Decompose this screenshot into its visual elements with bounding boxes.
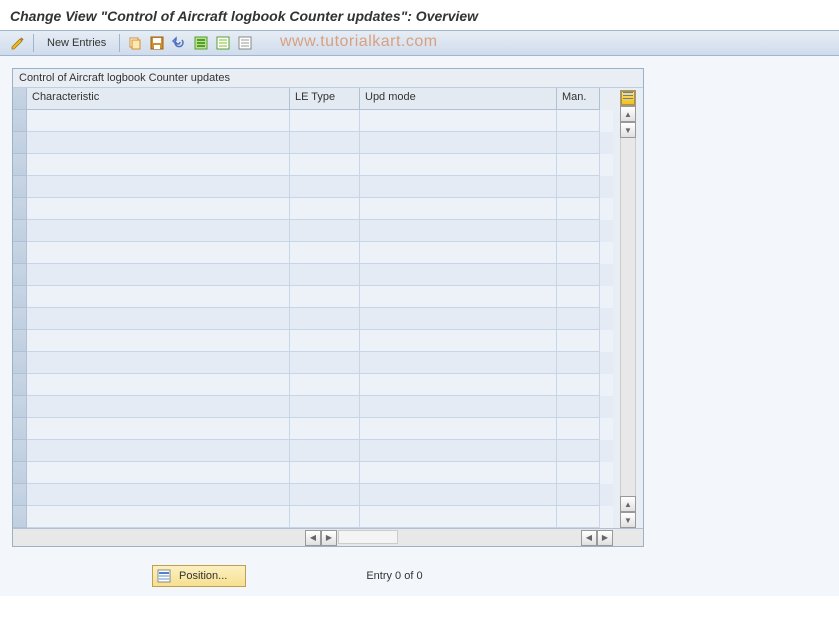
row-selector-header[interactable] xyxy=(13,88,27,110)
page-title: Change View "Control of Aircraft logbook… xyxy=(0,0,839,30)
table-row[interactable] xyxy=(27,462,613,484)
deselect-all-icon[interactable] xyxy=(235,33,255,53)
pencil-glasses-icon[interactable] xyxy=(8,33,28,53)
table-row[interactable] xyxy=(27,418,613,440)
table-row[interactable] xyxy=(27,484,613,506)
row-selector[interactable] xyxy=(13,264,27,286)
toolbar-divider xyxy=(119,34,120,52)
table-row[interactable] xyxy=(27,264,613,286)
row-selector[interactable] xyxy=(13,396,27,418)
entry-count-text: Entry 0 of 0 xyxy=(366,570,422,582)
save-icon[interactable] xyxy=(147,33,167,53)
scroll-down-button-bottom[interactable]: ▼ xyxy=(620,512,636,528)
data-grid: Characteristic LE Type Upd mode Man. xyxy=(27,88,613,528)
horizontal-scroll-track[interactable] xyxy=(338,530,398,544)
scroll-right-button[interactable]: ▶ xyxy=(321,530,337,546)
table-settings-icon xyxy=(621,91,635,105)
table-row[interactable] xyxy=(27,220,613,242)
table-row[interactable] xyxy=(27,286,613,308)
row-selector[interactable] xyxy=(13,352,27,374)
watermark-text: www.tutorialkart.com xyxy=(280,33,438,51)
position-button[interactable]: Position... xyxy=(152,565,246,587)
copy-icon[interactable] xyxy=(125,33,145,53)
toolbar-divider xyxy=(33,34,34,52)
row-selector[interactable] xyxy=(13,220,27,242)
table-wrapper: Characteristic LE Type Upd mode Man. xyxy=(13,88,643,528)
panel-title: Control of Aircraft logbook Counter upda… xyxy=(13,69,643,88)
row-selector[interactable] xyxy=(13,286,27,308)
row-selector[interactable] xyxy=(13,110,27,132)
horizontal-scroll-bar: ◀ ▶ ◀ ▶ xyxy=(13,528,643,546)
row-selector[interactable] xyxy=(13,154,27,176)
position-icon xyxy=(157,569,171,583)
table-row[interactable] xyxy=(27,440,613,462)
row-selector[interactable] xyxy=(13,198,27,220)
table-row[interactable] xyxy=(27,132,613,154)
scroll-down-button[interactable]: ▼ xyxy=(620,122,636,138)
table-config-button[interactable] xyxy=(620,90,636,106)
scroll-left-end-button[interactable]: ◀ xyxy=(581,530,597,546)
table-header-row: Characteristic LE Type Upd mode Man. xyxy=(27,88,613,110)
row-selector[interactable] xyxy=(13,484,27,506)
table-row[interactable] xyxy=(27,506,613,528)
scroll-left-button[interactable]: ◀ xyxy=(305,530,321,546)
undo-icon[interactable] xyxy=(169,33,189,53)
scroll-up-button[interactable]: ▲ xyxy=(620,106,636,122)
table-row[interactable] xyxy=(27,352,613,374)
table-row[interactable] xyxy=(27,198,613,220)
column-header-characteristic[interactable]: Characteristic xyxy=(27,88,290,110)
row-selector[interactable] xyxy=(13,132,27,154)
row-selector-column xyxy=(13,88,27,528)
scroll-right-end-button[interactable]: ▶ xyxy=(597,530,613,546)
row-selector[interactable] xyxy=(13,462,27,484)
select-block-icon[interactable] xyxy=(213,33,233,53)
row-selector[interactable] xyxy=(13,374,27,396)
table-row[interactable] xyxy=(27,110,613,132)
table-row[interactable] xyxy=(27,330,613,352)
column-header-man[interactable]: Man. xyxy=(557,88,600,110)
row-selector[interactable] xyxy=(13,176,27,198)
table-row[interactable] xyxy=(27,396,613,418)
row-selector[interactable] xyxy=(13,418,27,440)
vertical-scroll-track[interactable] xyxy=(620,138,636,496)
vertical-scroll-area: ▲ ▼ ▲ ▼ xyxy=(613,88,643,528)
table-row[interactable] xyxy=(27,154,613,176)
row-selector[interactable] xyxy=(13,440,27,462)
column-header-upd-mode[interactable]: Upd mode xyxy=(360,88,557,110)
row-selector[interactable] xyxy=(13,506,27,528)
table-row[interactable] xyxy=(27,242,613,264)
table-row[interactable] xyxy=(27,374,613,396)
table-row[interactable] xyxy=(27,176,613,198)
new-entries-button[interactable]: New Entries xyxy=(39,33,114,53)
select-all-icon[interactable] xyxy=(191,33,211,53)
table-panel: Control of Aircraft logbook Counter upda… xyxy=(12,68,644,547)
scroll-up-button-bottom[interactable]: ▲ xyxy=(620,496,636,512)
row-selector[interactable] xyxy=(13,242,27,264)
content-area: Control of Aircraft logbook Counter upda… xyxy=(0,56,839,596)
table-row[interactable] xyxy=(27,308,613,330)
position-button-label: Position... xyxy=(179,570,227,582)
row-selector[interactable] xyxy=(13,330,27,352)
column-header-le-type[interactable]: LE Type xyxy=(290,88,360,110)
footer-bar: Position... Entry 0 of 0 xyxy=(12,547,827,587)
row-selector[interactable] xyxy=(13,308,27,330)
toolbar: New Entries www.tutorialkart.com xyxy=(0,30,839,56)
